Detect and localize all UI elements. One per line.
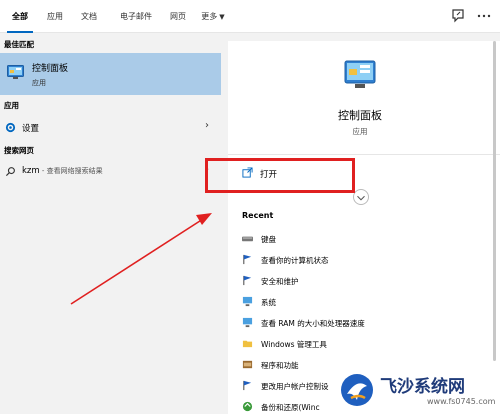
recent-item[interactable]: 系统 — [242, 293, 482, 313]
search-icon — [5, 167, 15, 177]
tab-all[interactable]: 全部 — [3, 0, 37, 33]
preview-title: 控制面板 — [338, 109, 382, 122]
recent-item[interactable]: Windows 管理工具 — [242, 335, 482, 355]
best-match-control-panel[interactable]: 控制面板 应用 — [0, 53, 221, 95]
web-search-text: kzm - 查看网络搜索结果 — [22, 166, 103, 176]
web-search-hint: - 查看网络搜索结果 — [39, 167, 103, 175]
recent-item-label: 安全和维护 — [261, 277, 299, 286]
recent-item-label: 程序和功能 — [261, 361, 299, 370]
recent-item-label: 备份和还原(Winc — [261, 403, 320, 412]
feedback-icon[interactable] — [450, 8, 466, 24]
tab-more-label: 更多 — [201, 12, 218, 21]
recent-item-label: 系统 — [261, 298, 276, 307]
chevron-down-icon — [357, 195, 365, 201]
settings-label: 设置 — [22, 124, 40, 134]
search-window: 全部 应用 文档 电子邮件 网页 更多 ▼ 最佳匹配 控制面板 应用 应用 设置… — [0, 0, 500, 414]
tab-documents[interactable]: 文档 — [74, 0, 104, 33]
settings-result[interactable]: 设置 › — [0, 118, 221, 138]
watermark-title: 飞沙系统网 — [380, 377, 465, 397]
recent-item-label: 查看你的计算机状态 — [261, 256, 329, 265]
highlight-box — [205, 158, 355, 193]
search-tab-bar: 全部 应用 文档 电子邮件 网页 更多 ▼ — [0, 0, 500, 33]
tab-apps[interactable]: 应用 — [40, 0, 70, 33]
flag-icon — [243, 275, 252, 286]
scrollbar[interactable] — [493, 41, 496, 361]
recent-item-label: 更改用户帐户控制设 — [261, 382, 329, 391]
flag-icon — [243, 380, 252, 391]
keyboard-icon — [242, 236, 253, 242]
watermark-logo-icon — [341, 374, 373, 406]
recent-item-label: 查看 RAM 的大小和处理器速度 — [261, 319, 365, 328]
more-options-icon[interactable] — [476, 8, 492, 24]
watermark: 飞沙系统网 www.fs0745.com — [335, 366, 500, 414]
best-match-name: 控制面板 — [32, 64, 69, 74]
backup-icon — [242, 401, 253, 412]
recent-item[interactable]: 键盘 — [242, 230, 482, 250]
watermark-url: www.fs0745.com — [427, 397, 496, 406]
recent-item[interactable]: 安全和维护 — [242, 272, 482, 292]
recent-item[interactable]: 查看 RAM 的大小和处理器速度 — [242, 314, 482, 334]
folder-icon — [242, 340, 253, 348]
recent-item-label: Windows 管理工具 — [261, 340, 327, 349]
control-panel-icon — [7, 65, 24, 79]
computer-icon — [242, 317, 253, 328]
preview-pane: 控制面板 应用 打开 Recent 键盘 查看你的计算机状态 安全和维护 系统 … — [228, 41, 500, 414]
web-search-result[interactable]: kzm - 查看网络搜索结果 › — [0, 162, 221, 182]
divider — [228, 154, 500, 155]
flag-icon — [243, 254, 252, 265]
chevron-right-icon[interactable]: › — [205, 120, 209, 131]
expand-button[interactable] — [353, 189, 369, 205]
chevron-down-icon: ▼ — [219, 13, 225, 21]
tab-email[interactable]: 电子邮件 — [108, 0, 164, 33]
web-search-query: kzm — [22, 166, 40, 176]
web-search-header: 搜索网页 — [4, 146, 34, 155]
recent-header: Recent — [242, 211, 274, 220]
preview-subtitle: 应用 — [352, 127, 368, 136]
recent-item[interactable]: 查看你的计算机状态 — [242, 251, 482, 271]
tab-more[interactable]: 更多 ▼ — [196, 0, 230, 33]
gear-icon — [5, 122, 16, 133]
tab-web[interactable]: 网页 — [163, 0, 193, 33]
best-match-type: 应用 — [32, 79, 46, 87]
recent-item-label: 键盘 — [261, 235, 276, 244]
programs-icon — [242, 360, 253, 369]
apps-header: 应用 — [4, 101, 19, 110]
computer-icon — [242, 296, 253, 307]
control-panel-large-icon — [344, 60, 376, 88]
best-match-header: 最佳匹配 — [4, 40, 34, 49]
results-list: 最佳匹配 控制面板 应用 应用 设置 › 搜索网页 kzm - 查看网络搜索结果… — [0, 33, 221, 414]
